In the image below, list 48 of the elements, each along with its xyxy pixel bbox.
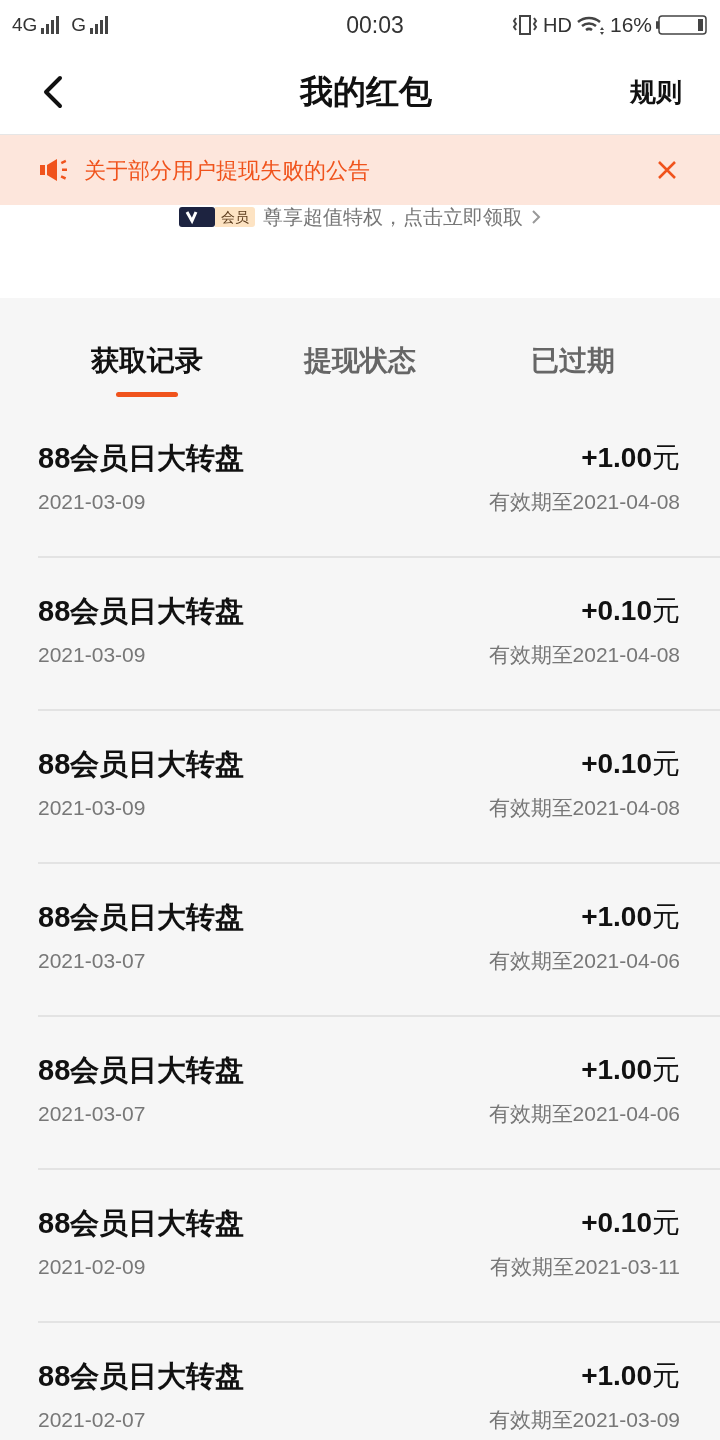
chevron-right-icon [531, 209, 541, 225]
record-date: 2021-03-09 [38, 642, 147, 668]
record-title: 88会员日大转盘 [38, 1206, 245, 1241]
record-expiry: 有效期至2021-03-11 [490, 1254, 680, 1280]
tab[interactable]: 提现状态 [253, 340, 467, 397]
record-date: 2021-02-09 [38, 1254, 147, 1280]
signal-icon [90, 16, 109, 34]
network-label: 4G [12, 12, 38, 37]
record-expiry: 有效期至2021-04-08 [488, 489, 680, 515]
wifi-icon [575, 14, 606, 36]
record-expiry: 有效期至2021-04-06 [488, 1101, 680, 1127]
record-amount: +0.10元 [581, 747, 680, 781]
record-expiry: 有效期至2021-04-08 [488, 642, 680, 668]
page-title: 我的红包 [298, 72, 433, 113]
speaker-icon [40, 157, 70, 183]
record-amount: +0.10元 [581, 1206, 680, 1240]
record-title: 88会员日大转盘 [38, 1053, 245, 1088]
record-date: 2021-02-07 [38, 1407, 147, 1433]
battery-icon [656, 15, 708, 35]
record-date: 2021-03-07 [38, 948, 147, 974]
vibrate-icon [511, 14, 540, 36]
record-date: 2021-03-07 [38, 1101, 147, 1127]
close-icon [657, 160, 677, 180]
record-expiry: 有效期至2021-04-06 [488, 948, 680, 974]
network-label: G [71, 12, 87, 37]
signal-icon [41, 16, 60, 34]
record-title: 88会员日大转盘 [38, 1359, 245, 1394]
battery-percent: 16% [609, 12, 652, 39]
hd-label: HD [543, 13, 572, 38]
record-date: 2021-03-09 [38, 795, 147, 821]
record-amount: +1.00元 [581, 1359, 680, 1393]
record-expiry: 有效期至2021-04-08 [488, 795, 680, 821]
promo-link[interactable]: 尊享超值特权，点击立即领取 [263, 206, 523, 228]
tab[interactable]: 已过期 [466, 340, 680, 397]
record-title: 88会员日大转盘 [38, 747, 245, 782]
record-date: 2021-03-09 [38, 489, 147, 515]
record-amount: +0.10元 [581, 594, 680, 628]
record-expiry: 有效期至2021-03-09 [488, 1407, 680, 1433]
record-title: 88会员日大转盘 [38, 594, 245, 629]
record-title: 88会员日大转盘 [38, 900, 245, 935]
record-amount: +1.00元 [581, 900, 680, 934]
tab[interactable]: 获取记录 [40, 340, 254, 397]
notice-text[interactable]: 关于部分用户提现失败的公告 [84, 153, 654, 187]
record-amount: +1.00元 [581, 441, 680, 475]
record-amount: +1.00元 [581, 1053, 680, 1087]
rules-link[interactable]: 规则 [630, 72, 682, 112]
status-time: 00:03 [345, 10, 405, 40]
record-title: 88会员日大转盘 [38, 441, 245, 476]
